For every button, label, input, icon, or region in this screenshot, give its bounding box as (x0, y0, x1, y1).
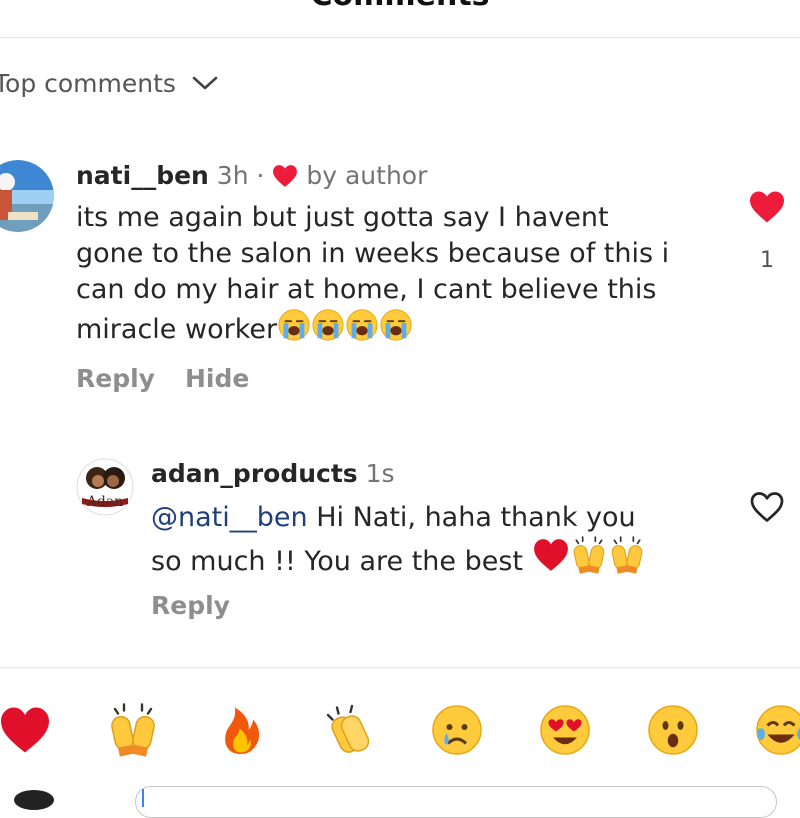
heart-icon (273, 165, 298, 187)
red-heart-icon (532, 536, 570, 584)
reaction-red-heart-button[interactable] (0, 700, 55, 760)
comment-header: nati__ben 3h · by author (76, 160, 427, 192)
reaction-crying-face-button[interactable] (427, 700, 487, 760)
avatar[interactable]: Adan (76, 458, 134, 516)
comment-username[interactable]: nati__ben (76, 161, 209, 190)
like-button[interactable] (749, 490, 785, 528)
avatar-text: Adan (86, 494, 124, 510)
comment-text-line: can do my hair at home, I cant believe t… (76, 274, 657, 305)
separator-dot: · (256, 161, 265, 190)
reaction-fire-button[interactable] (211, 700, 271, 760)
loudly-crying-face-icon (311, 308, 345, 352)
reaction-clapping-hands-button[interactable] (319, 700, 379, 760)
avatar-photo (0, 160, 54, 232)
reply-button[interactable]: Reply (151, 591, 230, 620)
sort-dropdown[interactable]: Top comments (0, 66, 218, 100)
comment-time: 3h (216, 161, 249, 190)
chevron-down-icon (192, 76, 218, 90)
reaction-tears-of-joy-face-button[interactable] (751, 700, 800, 760)
liked-by-author-label: by author (306, 161, 428, 190)
raising-hands-icon (570, 536, 608, 584)
heart-outline-icon (750, 492, 784, 522)
reply-text: @nati__ben Hi Nati, haha thank you so mu… (151, 500, 731, 584)
comment-username[interactable]: adan_products (151, 459, 358, 488)
raising-hands-icon (608, 536, 646, 584)
loudly-crying-face-icon (277, 308, 311, 352)
hide-button[interactable]: Hide (185, 364, 249, 393)
comment-text: its me again but just gotta say I havent… (76, 200, 716, 352)
reply-text-line: @nati__ben Hi Nati, haha thank you (151, 500, 731, 536)
mention-link[interactable]: @nati__ben (151, 502, 308, 533)
comment-text-line: gone to the salon in weeks because of th… (76, 238, 670, 269)
comment-time: 1s (365, 459, 395, 488)
loudly-crying-face-icon (379, 308, 413, 352)
current-user-avatar[interactable] (14, 790, 54, 810)
loudly-crying-face-icon (345, 308, 379, 352)
reactions-divider (0, 667, 800, 668)
reaction-heart-eyes-face-button[interactable] (535, 700, 595, 760)
reaction-surprised-face-button[interactable] (643, 700, 703, 760)
like-button[interactable] (748, 190, 786, 228)
header-divider (0, 37, 800, 38)
reaction-raising-hands-button[interactable] (103, 700, 163, 760)
comment-text-line-last: miracle worker (76, 308, 716, 352)
reply-text-segment: so much !! You are the best (151, 546, 532, 577)
heart-filled-icon (750, 191, 784, 223)
comment-text-line: miracle worker (76, 314, 278, 345)
comment-header: adan_products 1s (151, 458, 395, 490)
reply-button[interactable]: Reply (76, 364, 155, 393)
page-title: Comments (0, 0, 800, 11)
sort-label: Top comments (0, 68, 176, 98)
like-count: 1 (760, 248, 774, 273)
reply-text-segment: Hi Nati, haha thank you (307, 502, 636, 533)
quick-reactions-bar (0, 700, 800, 764)
comment-text-line: its me again but just gotta say I havent (76, 202, 609, 233)
avatar[interactable] (0, 160, 54, 232)
reply-text-line: so much !! You are the best (151, 536, 731, 584)
text-cursor (142, 789, 144, 807)
comment-input[interactable] (135, 786, 777, 818)
